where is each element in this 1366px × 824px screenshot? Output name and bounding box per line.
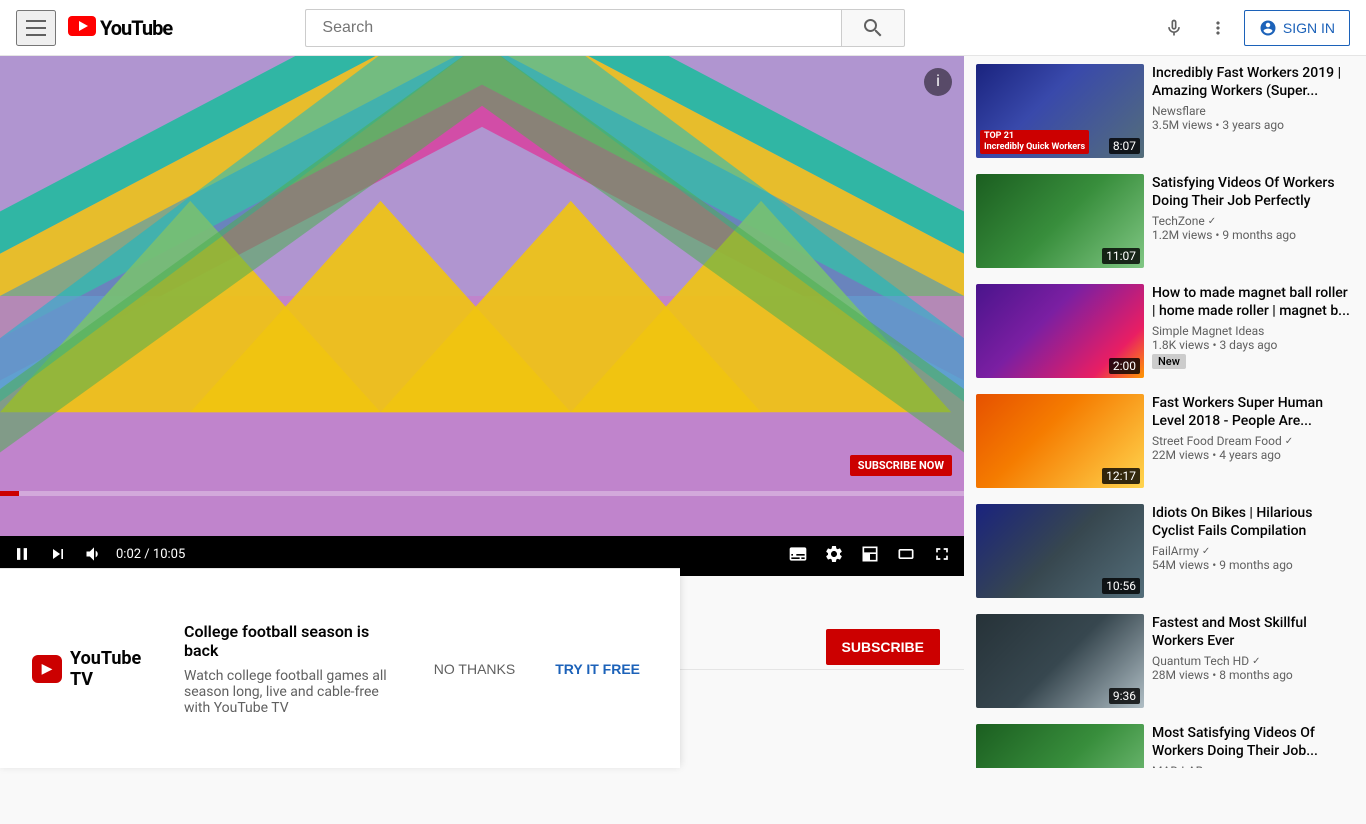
video-meta: 22M views • 4 years ago	[1152, 448, 1354, 462]
thumb-badge: TOP 21 Incredibly Quick Workers	[980, 130, 1089, 154]
sidebar-video-item-0[interactable]: 8:07 TOP 21 Incredibly Quick Workers Inc…	[972, 56, 1358, 166]
search-form	[305, 9, 905, 47]
play-pause-button[interactable]	[8, 540, 36, 568]
video-duration: 12:17	[1102, 468, 1140, 484]
video-duration: 11:07	[1102, 248, 1140, 264]
video-thumbnail: 10:22	[976, 724, 1144, 768]
verified-icon: ✓	[1202, 546, 1210, 557]
video-info-text: Satisfying Videos Of Workers Doing Their…	[1152, 174, 1354, 268]
video-thumbnail: 12:17	[976, 394, 1144, 488]
video-thumbnail: 9:36	[976, 614, 1144, 708]
sidebar-video-item-4[interactable]: 10:56 Idiots On Bikes | Hilarious Cyclis…	[972, 496, 1358, 606]
video-duration: 9:36	[1109, 688, 1140, 704]
mic-button[interactable]	[1156, 10, 1192, 46]
search-button[interactable]	[841, 9, 905, 47]
video-info-text: Fastest and Most Skillful Workers Ever Q…	[1152, 614, 1354, 708]
search-icon	[861, 16, 885, 40]
video-duration: 8:07	[1109, 138, 1140, 154]
popup-content: College football season is back Watch co…	[184, 622, 394, 716]
video-meta: 28M views • 8 months ago	[1152, 668, 1354, 682]
video-info-text: How to made magnet ball roller | home ma…	[1152, 284, 1354, 378]
video-thumbnail: 8:07 TOP 21 Incredibly Quick Workers	[976, 64, 1144, 158]
video-meta: 54M views • 9 months ago	[1152, 558, 1354, 572]
video-title: Fastest and Most Skillful Workers Ever	[1152, 614, 1354, 650]
menu-button[interactable]	[16, 10, 56, 46]
channel-name: TechZone ✓	[1152, 214, 1354, 228]
verified-icon: ✓	[1208, 216, 1216, 227]
video-meta: 3.5M views • 3 years ago	[1152, 118, 1354, 132]
subscribe-overlay: SUBSCRIBE NOW	[850, 455, 952, 476]
theater-mode-button[interactable]	[892, 540, 920, 568]
video-info-text: Idiots On Bikes | Hilarious Cyclist Fail…	[1152, 504, 1354, 598]
youtube-logo-icon	[68, 16, 96, 40]
promotion-popup: YouTube TV College football season is ba…	[0, 568, 680, 768]
youtube-tv-icon	[32, 655, 62, 683]
progress-fill	[0, 491, 19, 496]
miniplayer-button[interactable]	[856, 540, 884, 568]
sidebar-video-item-6[interactable]: 10:22 Most Satisfying Videos Of Workers …	[972, 716, 1358, 768]
sign-in-button[interactable]: SIGN IN	[1244, 10, 1350, 46]
video-thumbnail: 2:00	[976, 284, 1144, 378]
try-free-button[interactable]: TRY IT FREE	[547, 653, 648, 685]
sidebar-video-item-5[interactable]: 9:36 Fastest and Most Skillful Workers E…	[972, 606, 1358, 716]
search-input[interactable]	[305, 9, 841, 47]
video-title: Most Satisfying Videos Of Workers Doing …	[1152, 724, 1354, 760]
header: YouTube SIGN IN	[0, 0, 1366, 56]
channel-name: Simple Magnet Ideas	[1152, 324, 1354, 338]
sidebar-video-item-2[interactable]: 2:00 How to made magnet ball roller | ho…	[972, 276, 1358, 386]
fullscreen-button[interactable]	[928, 540, 956, 568]
youtube-tv-text: YouTube TV	[70, 648, 152, 690]
video-player[interactable]: i SUBSCRIBE NOW	[0, 56, 964, 536]
youtube-logo[interactable]: YouTube	[68, 16, 172, 40]
channel-name: Street Food Dream Food ✓	[1152, 434, 1354, 448]
video-thumbnail: 11:07	[976, 174, 1144, 268]
video-meta: 1.2M views • 9 months ago	[1152, 228, 1354, 242]
video-info-text: Most Satisfying Videos Of Workers Doing …	[1152, 724, 1354, 768]
channel-name: FailArmy ✓	[1152, 544, 1354, 558]
video-title: Fast Workers Super Human Level 2018 - Pe…	[1152, 394, 1354, 430]
popup-description: Watch college football games all season …	[184, 668, 394, 716]
popup-logo: YouTube TV	[32, 648, 152, 690]
video-title: Satisfying Videos Of Workers Doing Their…	[1152, 174, 1354, 210]
sidebar-video-item-1[interactable]: 11:07 Satisfying Videos Of Workers Doing…	[972, 166, 1358, 276]
popup-actions: NO THANKS TRY IT FREE	[426, 653, 648, 685]
video-meta: 1.8K views • 3 days ago	[1152, 338, 1354, 352]
header-right: SIGN IN	[1156, 10, 1350, 46]
video-duration: 2:00	[1109, 358, 1140, 374]
video-info-text: Incredibly Fast Workers 2019 | Amazing W…	[1152, 64, 1354, 158]
verified-icon: ✓	[1252, 656, 1260, 667]
progress-bar[interactable]	[0, 491, 964, 496]
video-info-text: Fast Workers Super Human Level 2018 - Pe…	[1152, 394, 1354, 488]
settings-button[interactable]	[820, 540, 848, 568]
video-title: Incredibly Fast Workers 2019 | Amazing W…	[1152, 64, 1354, 100]
subtitles-button[interactable]	[784, 540, 812, 568]
no-thanks-button[interactable]: NO THANKS	[426, 653, 523, 685]
channel-name: Quantum Tech HD ✓	[1152, 654, 1354, 668]
time-display: 0:02 / 10:05	[116, 547, 185, 562]
verified-icon: ✓	[1285, 436, 1293, 447]
sidebar-video-item-3[interactable]: 12:17 Fast Workers Super Human Level 201…	[972, 386, 1358, 496]
video-title: Idiots On Bikes | Hilarious Cyclist Fail…	[1152, 504, 1354, 540]
subscribe-button[interactable]: SUBSCRIBE	[826, 629, 940, 665]
header-left: YouTube	[16, 10, 172, 46]
youtube-logo-text: YouTube	[100, 16, 172, 40]
video-title: How to made magnet ball roller | home ma…	[1152, 284, 1354, 320]
channel-name: MAD LAB	[1152, 764, 1354, 768]
channel-name: Newsflare	[1152, 104, 1354, 118]
video-duration: 10:56	[1102, 578, 1140, 594]
sidebar: 8:07 TOP 21 Incredibly Quick Workers Inc…	[964, 56, 1366, 768]
popup-title: College football season is back	[184, 622, 394, 660]
info-button[interactable]: i	[924, 68, 952, 96]
more-options-button[interactable]	[1200, 10, 1236, 46]
video-thumbnail: 10:56	[976, 504, 1144, 598]
player-wrapper[interactable]: i SUBSCRIBE NOW	[0, 56, 964, 576]
next-button[interactable]	[44, 540, 72, 568]
new-badge: New	[1152, 354, 1186, 369]
volume-button[interactable]	[80, 540, 108, 568]
